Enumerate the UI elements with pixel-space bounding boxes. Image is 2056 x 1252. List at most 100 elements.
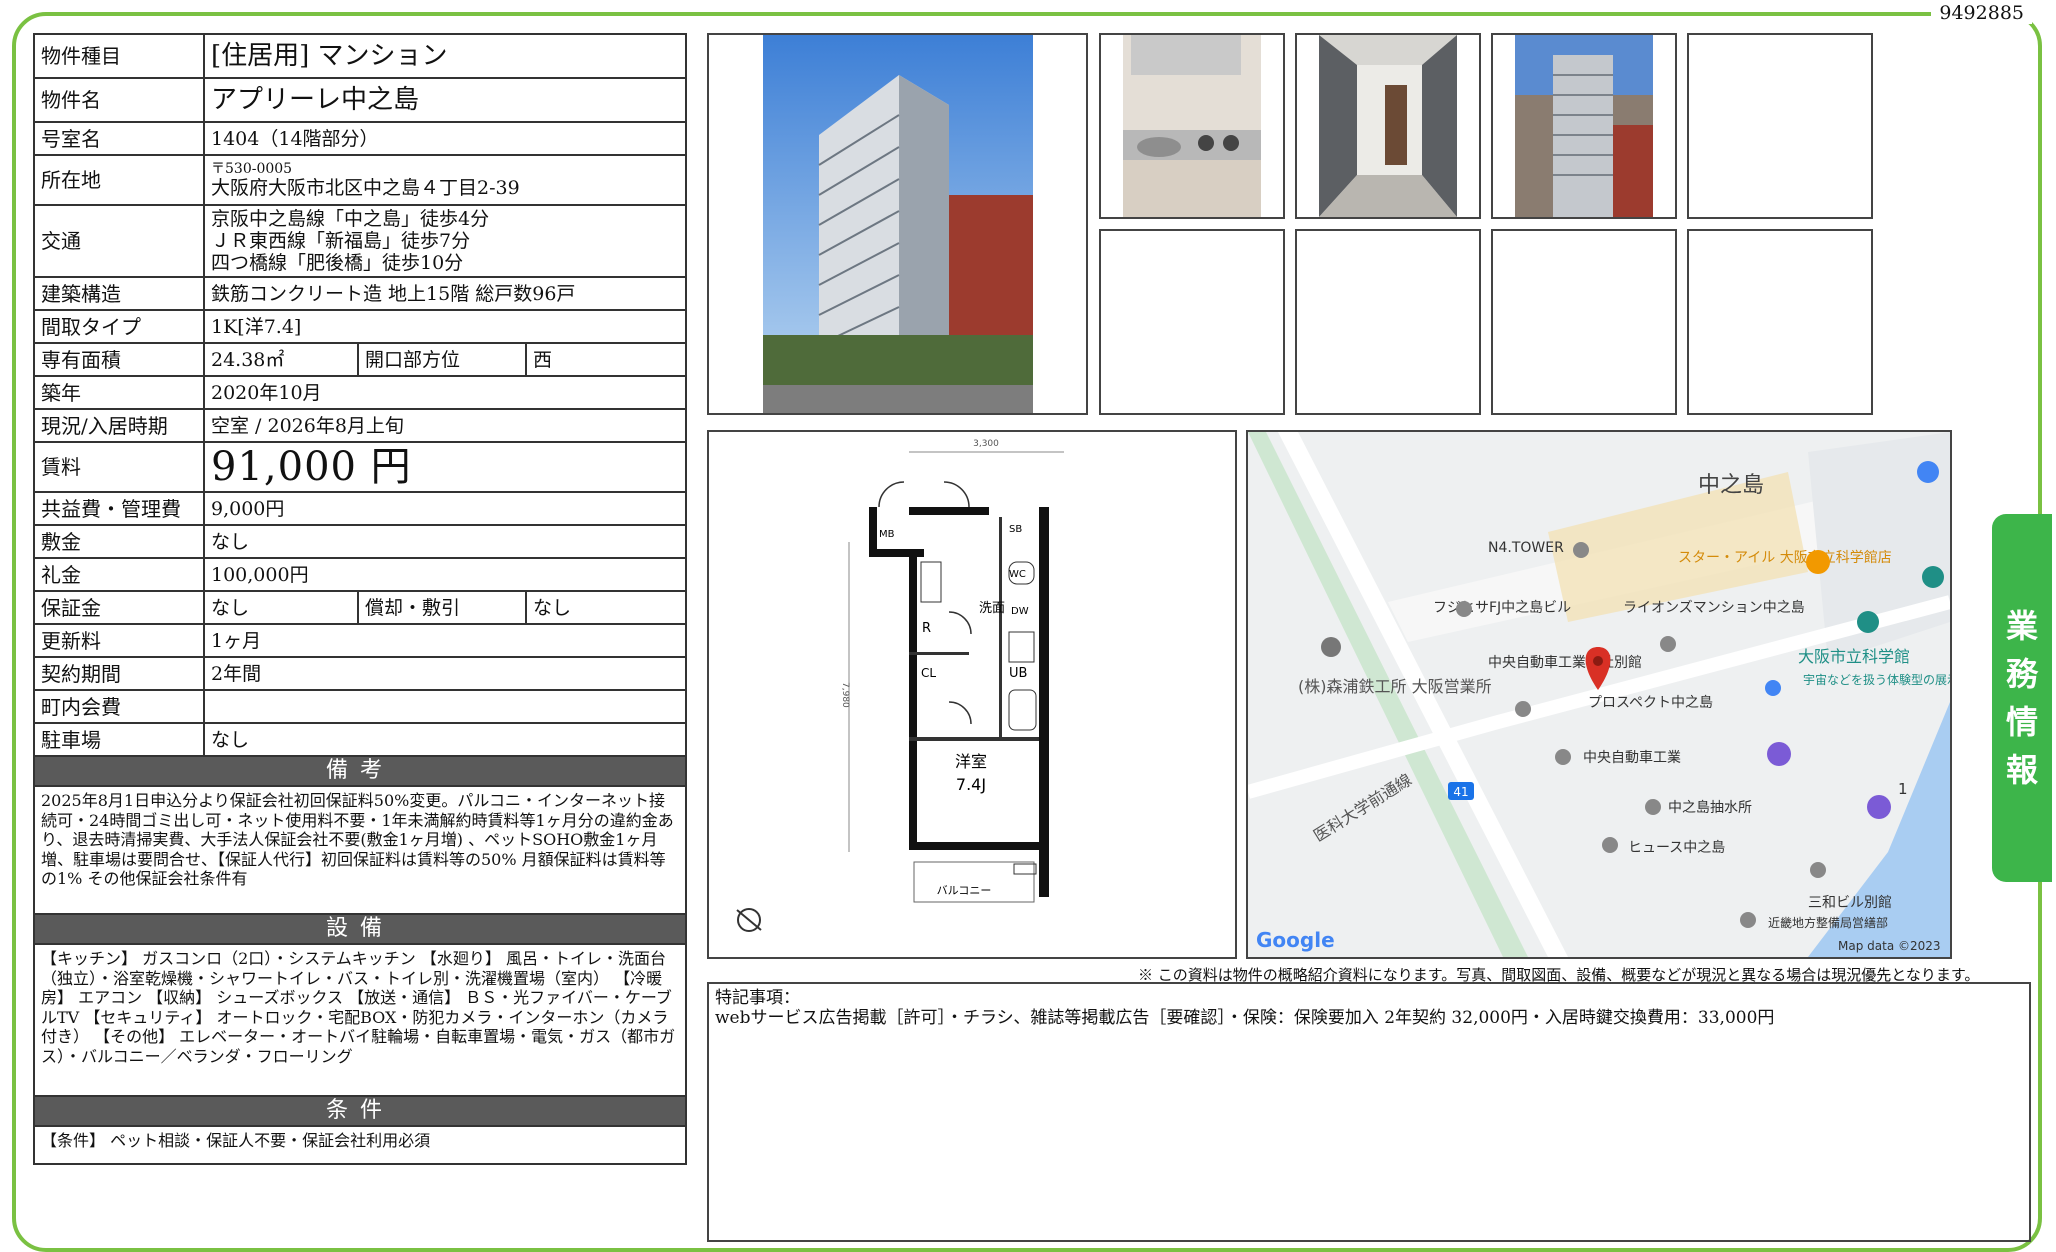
- map-marker-icon: [1645, 799, 1661, 815]
- name-value: アプリーレ中之島: [202, 77, 688, 123]
- fee-value: 9,000円: [202, 491, 688, 526]
- remarks-heading: 備考: [32, 755, 688, 787]
- building-exterior-image: [763, 35, 1033, 413]
- facilities-heading: 設備: [32, 913, 688, 945]
- parking-value: なし: [202, 722, 688, 757]
- direction-label: 開口部方位: [357, 342, 527, 377]
- plan-balcony-label: バルコニー: [937, 884, 992, 897]
- direction-value: 西: [524, 342, 688, 377]
- location-map[interactable]: 中之島 N4.TOWER スター・アイル 大阪市立科学館店 フジヒサFJ中之島ビ…: [1246, 430, 1952, 959]
- deposit-value: なし: [202, 524, 688, 559]
- museum-marker-icon: [1857, 611, 1879, 633]
- contract-value: 2年間: [202, 656, 688, 691]
- map-poi-label: N4.TOWER: [1488, 540, 1564, 556]
- map-marker-icon: [1555, 749, 1571, 765]
- built-label: 築年: [33, 375, 205, 410]
- area-value: 24.38㎡: [203, 342, 359, 377]
- rent-label: 賃料: [33, 441, 205, 493]
- room-interior-image: [1319, 35, 1457, 217]
- name-label: 物件名: [33, 77, 205, 123]
- google-logo: Google: [1256, 928, 1335, 952]
- remarks-text: 2025年8月1日申込分より保証会社初回保証料50%変更。パルコニ・インターネッ…: [32, 785, 688, 915]
- special-notes-heading: 特記事項：: [715, 988, 800, 1008]
- structure-value: 鉄筋コンクリート造 地上15階 総戸数96戸: [202, 276, 688, 311]
- renewal-value: 1ヶ月: [202, 623, 688, 658]
- built-value: 2020年10月: [202, 375, 688, 410]
- status-value: 空室 / 2026年8月上旬: [202, 408, 688, 443]
- map-poi-label: 中之島抽水所: [1668, 800, 1752, 816]
- map-poi-label: 宇宙などを扱う体験型の展示: [1803, 672, 1950, 687]
- address-cell: 〒530-0005 大阪府大阪市北区中之島４丁目2-39: [202, 154, 688, 206]
- map-poi-label: フジヒサFJ中之島ビル: [1433, 600, 1571, 616]
- map-poi-label: プロスペクト中之島: [1588, 695, 1713, 711]
- plan-room-size: 7.4J: [956, 775, 986, 794]
- kitchen-photo[interactable]: [1099, 33, 1285, 219]
- map-poi-label: (株)森浦鉄工所 大阪営業所: [1298, 677, 1492, 696]
- plan-label-sb: SB: [1009, 524, 1022, 535]
- empty-photo-slot: [1687, 229, 1873, 415]
- contract-label: 契約期間: [33, 656, 205, 691]
- map-poi-label: ライオンズマンション中之島: [1623, 600, 1805, 616]
- fee-label: 共益費・管理費: [33, 491, 205, 526]
- empty-photo-slot: [1295, 229, 1481, 415]
- area-label: 専有面積: [33, 342, 205, 377]
- side-tab-char: 業: [2005, 607, 2038, 645]
- map-route-number: 41: [1453, 785, 1468, 799]
- floor-plan[interactable]: 3,300 7,980 MB SB WC R 洗面 DW CL UB 洋室 7.…: [707, 430, 1237, 959]
- building-aerial-image: [1515, 35, 1653, 217]
- room-interior-photo[interactable]: [1295, 33, 1481, 219]
- plan-label-ub: UB: [1009, 666, 1027, 681]
- map-poi-label: 近畿地方整備局営繕部: [1768, 915, 1888, 930]
- postal-code: 〒530-0005: [211, 161, 293, 177]
- transport-line: 京阪中之島線「中之島」徒歩4分: [211, 208, 490, 230]
- plan-room-name: 洋室: [955, 752, 987, 771]
- plan-label-r: R: [922, 621, 931, 636]
- guarantee-label: 保証金: [33, 590, 205, 625]
- plan-label-cl: CL: [921, 666, 936, 680]
- key-money-label: 礼金: [33, 557, 205, 592]
- side-tab-char: 情: [2005, 703, 2038, 741]
- map-poi-label: 三和ビル別館: [1808, 894, 1892, 911]
- transport-cell: 京阪中之島線「中之島」徒歩4分 ＪＲ東西線「新福島」徒歩7分 四つ橋線「肥後橋」…: [202, 204, 688, 278]
- cafe-marker-icon: [1806, 550, 1830, 574]
- type-value: [住居用] マンション: [202, 33, 688, 79]
- plan-dim-top: 3,300: [973, 439, 999, 449]
- plan-label-dw: DW: [1011, 606, 1029, 617]
- side-tab-char: 務: [2005, 655, 2038, 693]
- map-poi-label: 中央自動車工業本社別館: [1488, 654, 1642, 671]
- building-exterior-photo[interactable]: [707, 33, 1088, 415]
- transport-label: 交通: [33, 204, 205, 278]
- rent-value: 91,000 円: [202, 441, 688, 493]
- map-marker-icon: [1660, 636, 1676, 652]
- status-label: 現況/入居時期: [33, 408, 205, 443]
- association-value: [202, 689, 688, 724]
- map-marker-icon: [1456, 601, 1472, 617]
- address-label: 所在地: [33, 154, 205, 206]
- layout-label: 間取タイプ: [33, 309, 205, 344]
- renewal-label: 更新料: [33, 623, 205, 658]
- map-marker-icon: [1321, 637, 1341, 657]
- structure-label: 建築構造: [33, 276, 205, 311]
- key-money-value: 100,000円: [202, 557, 688, 592]
- transport-line: 四つ橋線「肥後橋」徒歩10分: [211, 252, 464, 274]
- room-label: 号室名: [33, 121, 205, 156]
- info-marker-icon: [1765, 680, 1781, 696]
- address-value: 大阪府大阪市北区中之島４丁目2-39: [211, 177, 520, 199]
- parking-marker-icon: [1767, 742, 1791, 766]
- map-poi-label: 中央自動車工業: [1583, 749, 1681, 766]
- amort-value: なし: [524, 590, 688, 625]
- document-id: 9492885: [1931, 2, 2032, 24]
- property-spec-table: 物件種目 [住居用] マンション 物件名 アプリーレ中之島 号室名 1404（1…: [32, 33, 688, 1165]
- guarantee-value: なし: [203, 590, 359, 625]
- map-marker-icon: [1602, 837, 1618, 853]
- side-tab[interactable]: 業務情報: [1992, 514, 2052, 882]
- building-aerial-photo[interactable]: [1491, 33, 1677, 219]
- map-poi-label: 大阪市立科学館: [1798, 647, 1910, 666]
- map-canvas: 中之島 N4.TOWER スター・アイル 大阪市立科学館店 フジヒサFJ中之島ビ…: [1248, 432, 1950, 957]
- map-marker-number: 1: [1898, 780, 1908, 798]
- map-copyright: Map data ©2023: [1838, 939, 1941, 953]
- type-label: 物件種目: [33, 33, 205, 79]
- empty-photo-slot: [1099, 229, 1285, 415]
- shop-marker-icon: [1917, 461, 1939, 483]
- map-poi-label: ヒュース中之島: [1628, 840, 1725, 856]
